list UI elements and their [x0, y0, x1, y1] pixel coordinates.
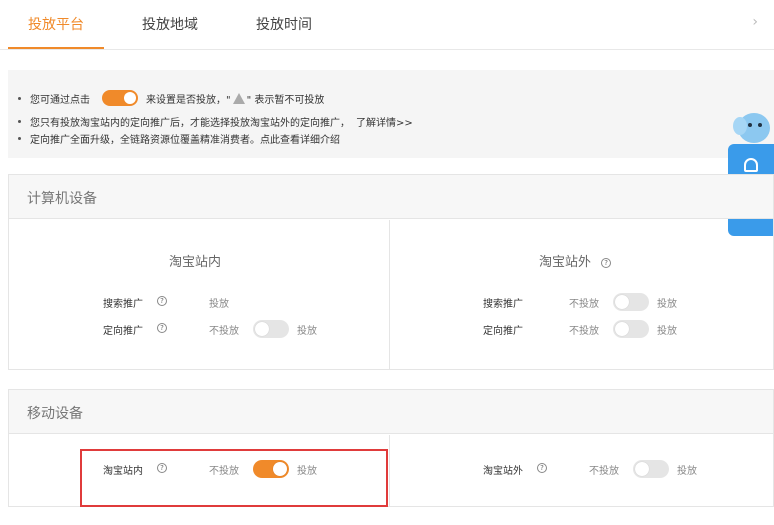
column-divider — [389, 220, 390, 369]
notice-line-3[interactable]: 定向推广全面升级，全链路资源位覆盖精准消费者。点此查看详细介绍 — [18, 131, 340, 146]
row-label: 搜索推广 — [103, 299, 143, 310]
notice-text: 您可通过点击 — [30, 94, 90, 106]
chevron-right-icon[interactable]: › — [752, 14, 758, 30]
tab-platform[interactable]: 投放平台 — [28, 14, 84, 34]
tab-time[interactable]: 投放时间 — [256, 14, 312, 34]
help-icon[interactable]: ? — [157, 323, 167, 333]
notice-line-2: 您只有投放淘宝站内的定向推广后，才能选择投放淘宝站外的定向推广， 了解详情>> — [18, 114, 413, 129]
notice-text[interactable]: 定向推广全面升级，全链路资源位覆盖精准消费者。点此查看详细介绍 — [30, 131, 340, 146]
warning-icon — [232, 92, 245, 104]
on-label: 投放 — [297, 326, 317, 337]
row-label: 淘宝站外 — [483, 466, 523, 477]
row-targeting-inside: 定向推广 ? 不投放 投放 — [103, 320, 363, 338]
row-search-outside: 搜索推广 不投放 投放 — [483, 293, 743, 311]
row-search-inside: 搜索推广 ? 投放 — [103, 293, 363, 311]
column-title-text: 淘宝站外 — [539, 255, 592, 270]
tab-region[interactable]: 投放地域 — [142, 14, 198, 34]
pc-device-section: 计算机设备 淘宝站内 搜索推广 ? 投放 定向推广 ? 不投放 投放 淘宝站外 … — [8, 174, 774, 370]
column-divider — [389, 435, 390, 506]
row-label: 定向推广 — [103, 326, 143, 337]
bullet-icon — [18, 137, 21, 140]
mascot-icon[interactable] — [730, 108, 774, 148]
section-title: 移动设备 — [9, 390, 773, 434]
off-label: 不投放 — [209, 326, 239, 337]
bullet-icon — [18, 120, 21, 123]
off-label: 不投放 — [589, 466, 619, 477]
section-title: 计算机设备 — [9, 175, 773, 219]
targeting-outside-toggle[interactable] — [613, 320, 649, 338]
off-label: 不投放 — [569, 326, 599, 337]
bell-icon[interactable] — [744, 158, 758, 172]
tab-bar: 投放平台 投放地域 投放时间 › — [0, 0, 774, 50]
help-icon[interactable]: ? — [537, 463, 547, 473]
on-label: 投放 — [657, 299, 677, 310]
column-title-inside: 淘宝站内 — [169, 255, 222, 270]
notice-text: " 表示暂不可投放 — [246, 94, 325, 106]
on-label: 投放 — [657, 326, 677, 337]
column-title-outside: 淘宝站外 ? — [539, 251, 612, 270]
notice-box: 您可通过点击 来设置是否投放，" " 表示暂不可投放 您只有投放淘宝站内的定向推… — [8, 70, 774, 158]
row-label: 搜索推广 — [483, 299, 523, 310]
highlight-box — [80, 449, 388, 507]
row-targeting-outside: 定向推广 不投放 投放 — [483, 320, 743, 338]
on-label: 投放 — [677, 466, 697, 477]
bullet-icon — [18, 96, 21, 100]
toggle-example-icon — [102, 90, 138, 106]
status-text: 投放 — [209, 299, 229, 310]
row-mobile-outside: 淘宝站外 ? 不投放 投放 — [483, 460, 743, 478]
learn-more-link[interactable]: 了解详情>> — [356, 114, 413, 129]
targeting-inside-toggle[interactable] — [253, 320, 289, 338]
help-icon[interactable]: ? — [601, 257, 612, 268]
off-label: 不投放 — [569, 299, 599, 310]
notice-line-1: 您可通过点击 来设置是否投放，" " 表示暂不可投放 — [18, 90, 324, 106]
notice-text: 您只有投放淘宝站内的定向推广后，才能选择投放淘宝站外的定向推广， — [30, 118, 350, 129]
active-tab-indicator — [8, 47, 104, 49]
search-outside-toggle[interactable] — [613, 293, 649, 311]
help-icon[interactable]: ? — [157, 296, 167, 306]
row-label: 定向推广 — [483, 326, 523, 337]
mobile-outside-toggle[interactable] — [633, 460, 669, 478]
notice-text: 来设置是否投放，" — [146, 94, 231, 106]
